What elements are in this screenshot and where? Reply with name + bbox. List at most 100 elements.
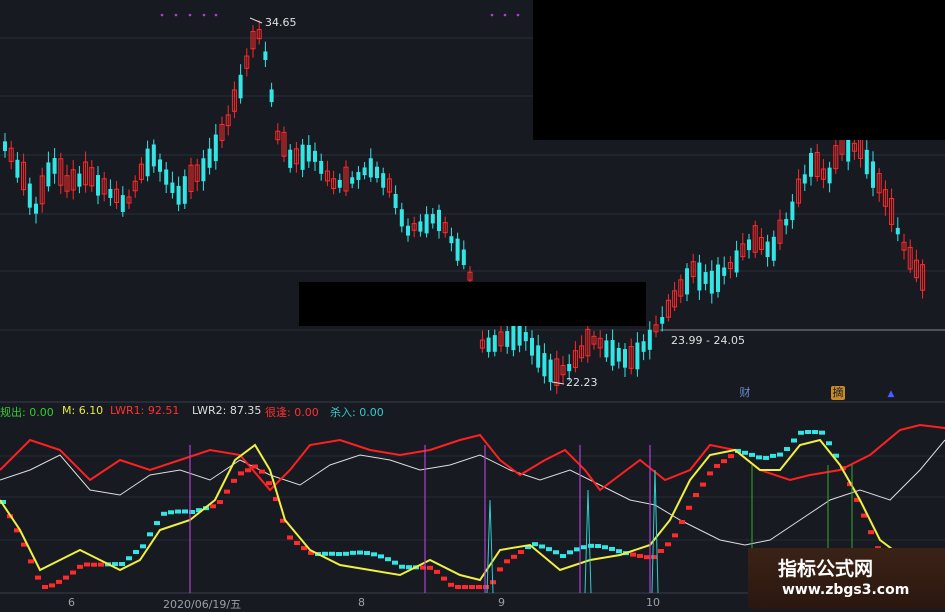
candle-body	[27, 183, 32, 208]
candle-body	[523, 332, 528, 342]
indicator-block	[441, 576, 447, 581]
cyan-spike	[651, 469, 659, 594]
candle-body	[201, 158, 206, 182]
candle-body	[647, 329, 652, 350]
cai-badge[interactable]: 财	[738, 386, 752, 400]
indicator-block	[161, 511, 167, 516]
candle-body	[486, 337, 491, 352]
candle-body	[437, 209, 441, 232]
x-axis-label: 10	[646, 596, 660, 609]
cyan-spike	[486, 499, 494, 594]
marker-dot	[214, 13, 218, 17]
indicator-block	[749, 452, 755, 457]
indicator-block	[238, 471, 244, 476]
indicator-item-2: LWR1: 92.51	[110, 404, 180, 417]
candle-body	[399, 209, 404, 227]
indicator-block	[84, 562, 90, 567]
indicator-block	[119, 562, 125, 567]
candle-body	[604, 340, 609, 358]
indicator-block	[518, 550, 524, 555]
marker-dot	[160, 13, 164, 17]
indicator-block	[378, 554, 384, 559]
candle-body	[319, 160, 324, 174]
indicator-block	[182, 509, 188, 514]
indicator-block	[742, 450, 748, 455]
candle-body	[356, 172, 361, 180]
indicator-block	[637, 553, 643, 558]
candle-body	[424, 214, 429, 234]
marker-dot	[188, 13, 192, 17]
candle-body	[263, 51, 268, 60]
indicator-block	[532, 542, 538, 547]
indicator-block	[245, 468, 251, 473]
candle-body	[170, 182, 175, 193]
indicator-block	[175, 509, 181, 514]
candle-body	[771, 236, 776, 261]
indicator-block	[392, 560, 398, 565]
watermark: 指标公式网 www.zbgs3.com	[748, 548, 945, 609]
candle-body	[52, 158, 57, 174]
indicator-block	[504, 559, 510, 564]
indicator-block	[210, 504, 216, 509]
candle-body	[96, 175, 100, 196]
indicator-block	[329, 551, 335, 556]
indicator-block	[63, 575, 69, 580]
indicator-block	[427, 565, 433, 570]
candle-body	[393, 193, 398, 209]
watermark-url: www.zbgs3.com	[782, 582, 910, 598]
high-pointer	[249, 17, 263, 24]
indicator-block	[644, 555, 650, 560]
indicator-block	[777, 452, 783, 457]
candle-body	[734, 250, 739, 273]
candle-body	[511, 323, 516, 351]
indicator-block	[574, 547, 580, 552]
indicator-block	[546, 547, 552, 552]
indicator-block	[448, 582, 454, 587]
candle-body	[108, 188, 113, 198]
indicator-block	[567, 550, 573, 555]
indicator-block	[868, 530, 874, 535]
indicator-block	[35, 575, 41, 580]
candle-body	[182, 176, 187, 204]
candle-body	[802, 174, 807, 184]
candle-body	[641, 341, 646, 352]
indicator-block	[231, 478, 237, 483]
indicator-item-0: 规出: 0.00	[0, 406, 54, 419]
candle-body	[3, 141, 7, 152]
candle-body	[418, 221, 423, 232]
candle-body	[697, 262, 702, 291]
indicator-block	[588, 543, 594, 548]
candle-body	[505, 331, 510, 347]
candle-body	[864, 149, 869, 175]
watermark-title: 指标公式网	[778, 558, 874, 580]
candle-body	[145, 148, 150, 177]
indicator-block	[672, 533, 678, 538]
candle-body	[895, 227, 900, 235]
x-axis-label: 6	[68, 596, 75, 609]
candle-body	[306, 145, 311, 162]
price-range-label: 23.99 - 24.05	[671, 334, 745, 347]
candle-body	[536, 345, 541, 368]
indicator-block	[658, 548, 664, 553]
indicator-block	[826, 441, 832, 446]
candle-body	[809, 152, 813, 177]
indicator-block	[476, 585, 482, 589]
indicator-block	[609, 546, 615, 551]
candle-body	[616, 347, 621, 362]
event-badge[interactable]: 摘	[831, 386, 845, 400]
candle-body	[827, 167, 832, 184]
candle-body	[34, 203, 38, 214]
indicator-block	[469, 585, 475, 589]
indicator-block	[336, 552, 342, 557]
candle-body	[790, 201, 795, 221]
indicator-block	[133, 549, 139, 554]
candle-body	[530, 337, 534, 356]
indicator-block	[539, 544, 545, 549]
indicator-block	[700, 482, 706, 487]
candle-body	[492, 335, 497, 352]
candle-body	[461, 249, 466, 266]
indicator-block	[70, 570, 76, 575]
candle-body	[623, 349, 627, 368]
candle-body	[207, 148, 212, 168]
candle-body	[716, 264, 720, 292]
